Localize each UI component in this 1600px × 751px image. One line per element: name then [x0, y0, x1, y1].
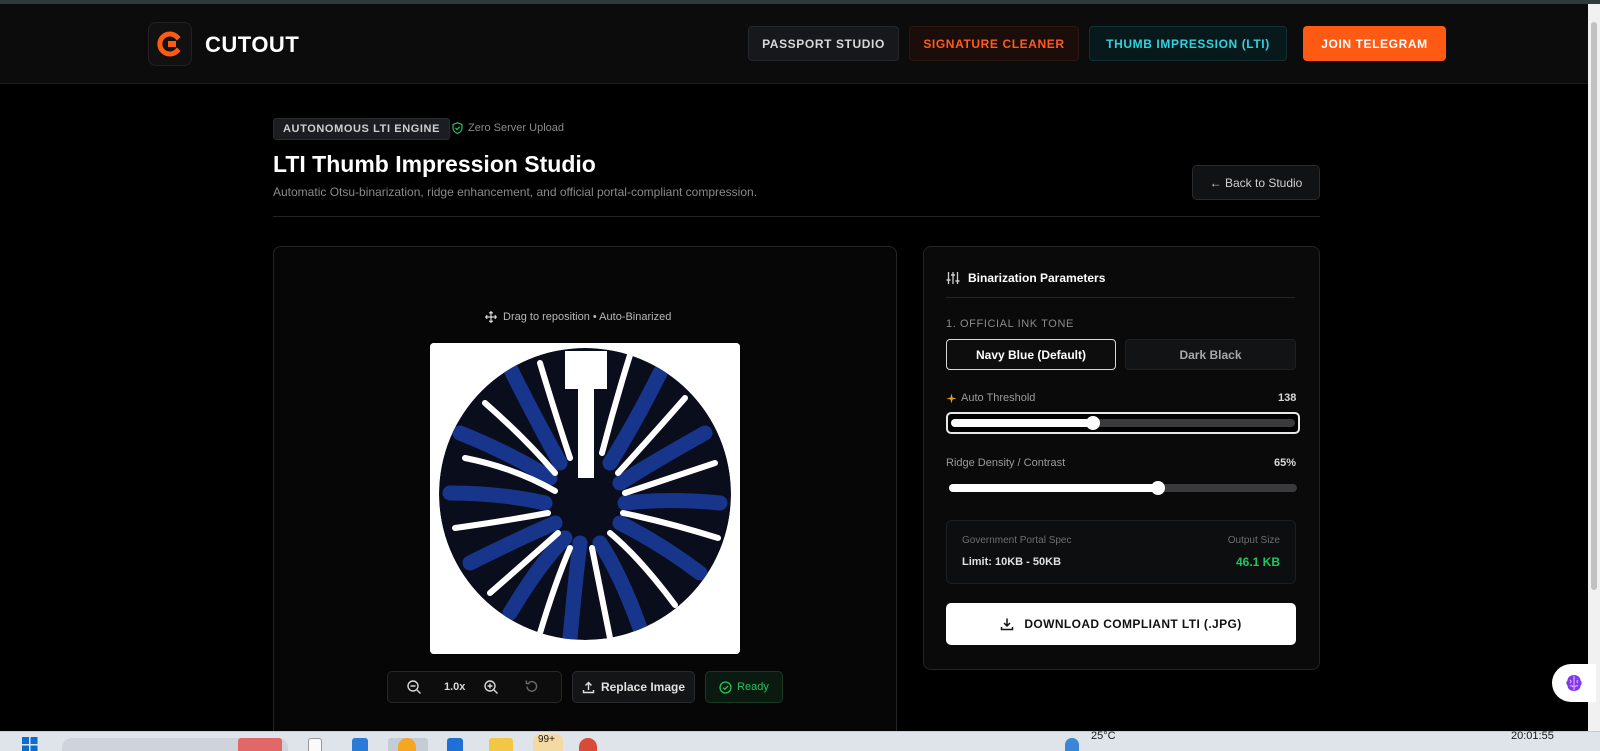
threshold-value: 138	[1278, 392, 1297, 404]
zoom-in-icon	[484, 680, 498, 694]
parameters-heading: Binarization Parameters	[946, 271, 1105, 285]
nav-passport-studio[interactable]: PASSPORT STUDIO	[748, 26, 899, 61]
zoom-out-icon	[407, 680, 421, 694]
temperature: 25°C	[1091, 730, 1116, 742]
floating-assistant-button[interactable]	[1552, 664, 1596, 702]
portal-spec-label: Government Portal Spec	[962, 535, 1072, 546]
threshold-label: Auto Threshold	[946, 392, 1035, 404]
threshold-slider-fill	[951, 419, 1093, 427]
chrome-icon[interactable]	[579, 738, 597, 751]
threshold-label-text: Auto Threshold	[961, 392, 1036, 404]
zero-upload-text: Zero Server Upload	[468, 122, 564, 134]
portal-spec-limit: Limit: 10KB - 50KB	[962, 556, 1062, 568]
zero-upload-note: Zero Server Upload	[452, 122, 564, 134]
sliders-icon	[946, 272, 960, 284]
file-explorer-icon[interactable]	[489, 738, 513, 751]
nav-signature-cleaner[interactable]: SIGNATURE CLEANER	[909, 26, 1079, 61]
header-divider	[273, 216, 1320, 217]
ridge-density-slider-thumb[interactable]	[1150, 481, 1165, 495]
reset-rotation-button[interactable]	[524, 679, 539, 694]
nav-thumb-impression[interactable]: THUMB IMPRESSION (LTI)	[1089, 26, 1287, 61]
threshold-slider[interactable]	[951, 419, 1295, 427]
status-text: Ready	[737, 681, 769, 693]
brand-logo[interactable]	[148, 22, 192, 66]
join-telegram-button[interactable]: JOIN TELEGRAM	[1303, 26, 1446, 61]
ridge-density-slider[interactable]	[949, 484, 1297, 492]
os-taskbar: 99+ 25°C 20:01:55	[0, 730, 1600, 751]
ridge-density-label: Ridge Density / Contrast	[946, 457, 1066, 469]
taskbar-app-icon[interactable]	[352, 738, 368, 751]
zoom-level: 1.0x	[444, 681, 466, 693]
zoom-in-button[interactable]	[483, 679, 499, 695]
threshold-slider-thumb[interactable]	[1085, 416, 1100, 430]
page-title: LTI Thumb Impression Studio	[273, 151, 596, 177]
output-size-value: 46.1 KB	[1235, 555, 1280, 569]
system-clock[interactable]: 20:01:55	[1511, 730, 1554, 742]
ink-navy-blue-option[interactable]: Navy Blue (Default)	[946, 339, 1116, 370]
replace-image-button[interactable]: Replace Image	[572, 671, 695, 703]
move-icon	[485, 311, 497, 323]
zoom-out-button[interactable]	[406, 679, 422, 695]
drag-hint: Drag to reposition • Auto-Binarized	[485, 311, 671, 323]
output-size-label: Output Size	[1227, 535, 1280, 546]
back-to-studio-button[interactable]: ← Back to Studio	[1192, 165, 1320, 200]
top-navbar: CUTOUT PASSPORT STUDIO SIGNATURE CLEANER…	[0, 4, 1588, 84]
zoom-toolbar: 1.0x	[387, 671, 562, 703]
page-subtitle: Automatic Otsu-binarization, ridge enhan…	[273, 185, 758, 199]
check-circle-icon	[719, 680, 732, 694]
drag-hint-text: Drag to reposition • Auto-Binarized	[503, 311, 672, 323]
portal-spec-box	[946, 520, 1296, 584]
sparkle-icon	[946, 393, 957, 403]
download-label: DOWNLOAD COMPLIANT LTI (.JPG)	[1024, 617, 1242, 631]
status-badge: Ready	[705, 671, 783, 703]
rotate-reset-icon	[525, 680, 538, 692]
ink-dark-black-option[interactable]: Dark Black	[1125, 339, 1296, 370]
parameters-divider	[946, 297, 1295, 298]
download-lti-button[interactable]: DOWNLOAD COMPLIANT LTI (.JPG)	[946, 603, 1296, 645]
notification-badge-text: 99+	[538, 734, 555, 745]
weather-icon	[1065, 738, 1079, 751]
c-logo-icon	[157, 31, 181, 57]
taskbar-app-icon[interactable]	[447, 738, 463, 751]
shield-check-icon	[452, 122, 463, 134]
upload-icon	[582, 681, 595, 693]
binarized-thumb-image	[430, 343, 740, 654]
thumb-preview-canvas[interactable]	[430, 343, 740, 654]
parameters-heading-text: Binarization Parameters	[968, 271, 1106, 285]
windows-start-icon[interactable]	[22, 737, 38, 751]
taskbar-search-highlight-icon	[238, 738, 282, 751]
engine-badge: AUTONOMOUS LTI ENGINE	[273, 118, 451, 140]
ridge-density-value: 65%	[1273, 457, 1296, 469]
download-icon	[1001, 618, 1014, 631]
ridge-density-slider-fill	[949, 484, 1158, 492]
task-view-icon[interactable]	[308, 738, 322, 751]
taskbar-app-icon[interactable]	[398, 738, 416, 751]
scrollbar-thumb[interactable]	[1591, 22, 1597, 590]
brand-name[interactable]: CUTOUT	[205, 32, 299, 58]
replace-image-label: Replace Image	[600, 680, 686, 694]
brain-icon	[1566, 675, 1582, 691]
ink-tone-label: 1. OFFICIAL INK TONE	[946, 318, 1074, 330]
